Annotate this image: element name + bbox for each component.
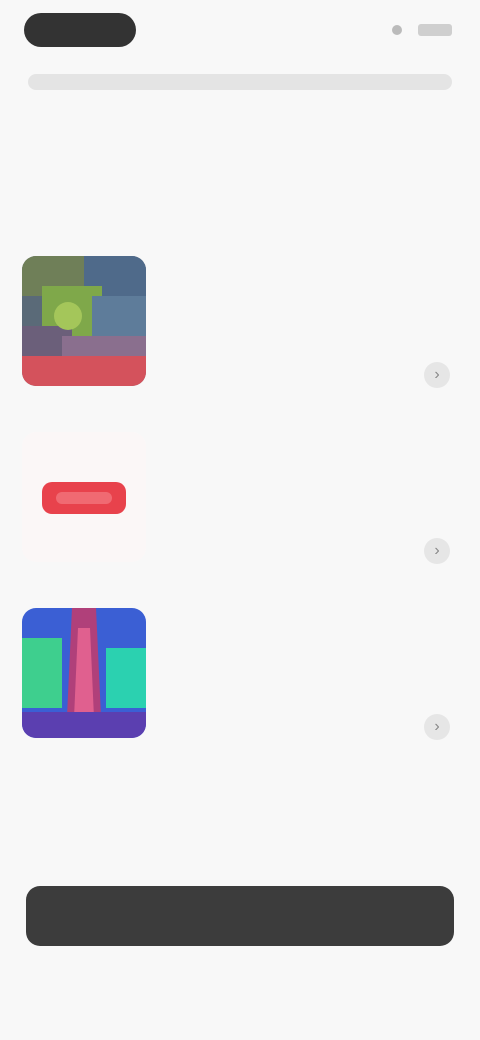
app-text xyxy=(168,436,450,446)
chevron-right-icon[interactable]: › xyxy=(424,362,450,388)
status-bar xyxy=(24,10,452,50)
chevron-right-icon[interactable]: › xyxy=(424,714,450,740)
app-list-item[interactable]: › xyxy=(22,426,458,602)
status-icons xyxy=(392,24,452,36)
status-pill xyxy=(24,13,136,47)
app-screen: › › › xyxy=(0,0,480,1040)
app-list-item[interactable]: › xyxy=(22,250,458,426)
app-text xyxy=(168,612,450,622)
top-progress-bar xyxy=(28,74,452,90)
colorful-art-thumbnail-icon xyxy=(22,608,146,738)
chevron-right-icon[interactable]: › xyxy=(424,538,450,564)
page-heading xyxy=(40,140,440,162)
app-text xyxy=(168,260,450,270)
red-logo-icon xyxy=(22,432,146,562)
app-list: › › › xyxy=(22,250,458,778)
battery-icon xyxy=(418,24,452,36)
signal-icon xyxy=(392,25,402,35)
app-list-item[interactable]: › xyxy=(22,602,458,778)
mosaic-thumbnail-icon xyxy=(22,256,146,386)
primary-action-button[interactable] xyxy=(26,886,454,946)
